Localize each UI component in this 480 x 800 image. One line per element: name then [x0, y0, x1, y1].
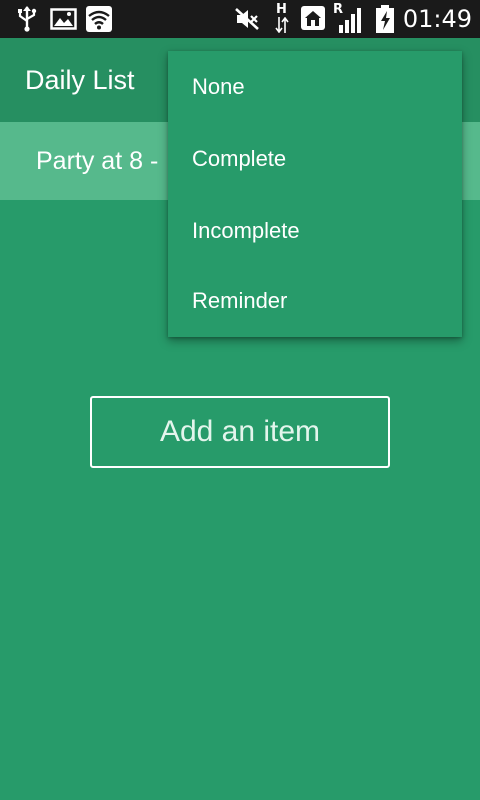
battery-charging-icon: [376, 5, 394, 33]
network-h-label: H: [276, 2, 287, 17]
list-item-text: Party at 8 -: [36, 147, 159, 175]
home-icon: [301, 6, 325, 30]
image-icon: [50, 8, 77, 30]
menu-item-reminder[interactable]: Reminder: [168, 265, 462, 337]
mute-icon: [235, 8, 259, 30]
menu-item-complete[interactable]: Complete: [168, 123, 462, 195]
menu-item-label: None: [192, 74, 245, 99]
menu-item-label: Reminder: [192, 288, 288, 313]
menu-item-label: Complete: [192, 146, 287, 171]
menu-item-label: Incomplete: [192, 218, 300, 243]
signal-roaming-icon: R: [333, 3, 363, 33]
network-h-icon: H: [273, 3, 291, 33]
usb-icon: [18, 6, 37, 32]
wifi-icon: [86, 6, 112, 32]
add-item-button[interactable]: Add an item: [90, 396, 390, 468]
status-bar: H R 01:49: [0, 0, 480, 38]
app-title: Daily List: [25, 65, 135, 95]
status-time: 01:49: [402, 5, 472, 33]
menu-item-none[interactable]: None: [168, 51, 462, 123]
menu-item-incomplete[interactable]: Incomplete: [168, 195, 462, 267]
status-popup-menu: None Complete Incomplete Reminder: [168, 51, 462, 337]
